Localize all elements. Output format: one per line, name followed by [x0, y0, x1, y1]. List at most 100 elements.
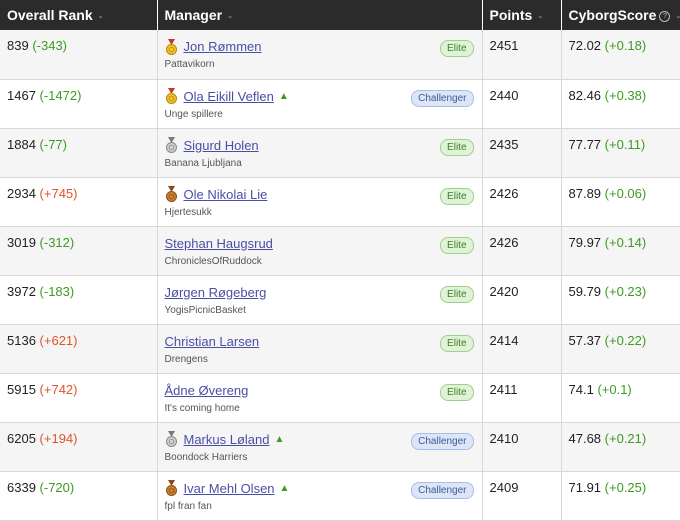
points-value: 2426 — [489, 234, 519, 250]
sort-icon[interactable]: - — [676, 9, 680, 23]
sort-icon[interactable]: - — [228, 9, 232, 23]
silver-medal-icon — [165, 431, 178, 447]
league-badge: Challenger — [411, 89, 474, 107]
sort-icon[interactable]: - — [99, 9, 103, 23]
gold-medal-icon — [165, 38, 178, 55]
points-cell: 2414 — [482, 324, 562, 374]
team-name: ChroniclesOfRuddock — [164, 255, 262, 267]
sort-icon[interactable]: - — [538, 9, 542, 23]
table-row[interactable]: 3019 (-312) Stephan Haugsrud ChroniclesOfR… — [0, 226, 680, 276]
points-value: 2409 — [489, 479, 519, 495]
rank-value: 839 — [7, 38, 29, 53]
rank-cell: 3972 (-183) — [0, 275, 158, 325]
cyborgscore-cell: 82.46 (+0.38) — [561, 79, 680, 129]
manager-cell: Jørgen Røgeberg YogisPicnicBasket Elite — [157, 275, 483, 325]
league-badge: Challenger — [411, 432, 474, 450]
column-header-points[interactable]: Points - — [482, 0, 562, 30]
cyborgscore-cell: 74.1 (+0.1) — [561, 373, 680, 423]
score-change: (+0.38) — [604, 87, 647, 103]
league-badge: Elite — [440, 383, 474, 401]
team-name: It's coming home — [164, 402, 240, 414]
table-row[interactable]: 839 (-343) Jon Rømmen Pattavikorn Elite 2451… — [0, 30, 680, 80]
league-badge: Elite — [440, 138, 474, 156]
manager-link[interactable]: Christian Larsen — [165, 333, 260, 350]
score-value: 71.91 — [568, 479, 602, 495]
team-name: Pattavikorn — [164, 59, 215, 70]
score-change: (+0.23) — [604, 283, 647, 299]
score-change: (+0.11) — [604, 136, 646, 152]
manager-link[interactable]: Ivar Mehl Olsen — [184, 480, 275, 497]
rank-cell: 839 (-343) — [0, 30, 158, 80]
table-row[interactable]: 6205 (+194) Markus Løland ▲ Boondock Harrie… — [0, 422, 680, 472]
points-value: 2451 — [489, 38, 519, 53]
help-icon[interactable]: ? — [659, 11, 671, 22]
points-cell: 2426 — [482, 226, 562, 276]
league-badge: Elite — [440, 40, 474, 57]
manager-link[interactable]: Ola Eikill Veflen — [184, 88, 274, 105]
manager-cell: Christian Larsen Drengens Elite — [157, 324, 483, 374]
points-cell: 2420 — [482, 275, 562, 325]
score-change: (+0.06) — [604, 185, 647, 201]
table-row[interactable]: 5915 (+742) Ådne Øvereng It's coming home E… — [0, 373, 680, 423]
score-change: (+0.25) — [604, 479, 647, 495]
score-value: 47.68 — [568, 430, 602, 446]
manager-link[interactable]: Sigurd Holen — [184, 137, 259, 154]
rank-change: (-1472) — [39, 87, 82, 103]
team-name: Banana Ljubljana — [164, 157, 242, 169]
team-name: Boondock Harriers — [164, 451, 248, 463]
table-row[interactable]: 2934 (+745) Ole Nikolai Lie Hjertesukk Elit… — [0, 177, 680, 227]
rank-change: (-343) — [32, 38, 68, 53]
manager-cell: Ola Eikill Veflen ▲ Unge spillere Challenge… — [157, 79, 483, 129]
manager-link[interactable]: Stephan Haugsrud — [165, 235, 273, 252]
table-row[interactable]: 3972 (-183) Jørgen Røgeberg YogisPicnicBas… — [0, 275, 680, 325]
points-cell: 2440 — [482, 79, 562, 129]
rank-value: 1884 — [7, 136, 36, 152]
manager-link[interactable]: Jon Rømmen — [184, 38, 262, 55]
rank-cell: 1467 (-1472) — [0, 79, 158, 129]
points-cell: 2409 — [482, 471, 562, 521]
score-value: 82.46 — [568, 87, 602, 103]
points-value: 2410 — [489, 430, 519, 446]
score-change: (+0.1) — [597, 381, 632, 397]
score-change: (+0.21) — [604, 430, 647, 446]
rank-value: 1467 — [7, 87, 36, 103]
team-name: fpl fran fan — [164, 500, 212, 512]
league-badge: Elite — [440, 187, 474, 205]
team-name: Unge spillere — [164, 108, 223, 120]
cyborgscore-cell: 47.68 (+0.21) — [561, 422, 680, 472]
bronze-medal-icon — [165, 186, 178, 202]
cyborgscore-cell: 72.02 (+0.18) — [561, 30, 680, 80]
manager-link[interactable]: Ole Nikolai Lie — [184, 186, 268, 203]
rank-value: 6205 — [7, 430, 36, 446]
rank-cell: 6339 (-720) — [0, 471, 158, 521]
manager-cell: Ole Nikolai Lie Hjertesukk Elite — [157, 177, 483, 227]
rank-value: 2934 — [7, 185, 36, 201]
league-badge: Elite — [440, 236, 474, 254]
table-row[interactable]: 1467 (-1472) Ola Eikill Veflen ▲ Unge spill… — [0, 79, 680, 129]
manager-cell: Markus Løland ▲ Boondock Harriers Challenge… — [157, 422, 483, 472]
rank-cell: 1884 (-77) — [0, 128, 158, 178]
table-row[interactable]: 5136 (+621) Christian Larsen Drengens Elite… — [0, 324, 680, 374]
bronze-medal-icon — [165, 480, 178, 496]
manager-link[interactable]: Ådne Øvereng — [165, 382, 249, 399]
table-row[interactable]: 6339 (-720) Ivar Mehl Olsen ▲ fpl fran fan C… — [0, 471, 680, 521]
score-change: (+0.22) — [604, 332, 647, 348]
cyborgscore-cell: 59.79 (+0.23) — [561, 275, 680, 325]
rank-value: 5136 — [7, 332, 36, 348]
column-header-manager[interactable]: Manager - — [157, 0, 483, 30]
points-value: 2435 — [489, 136, 519, 152]
manager-link[interactable]: Jørgen Røgeberg — [165, 284, 267, 301]
manager-link[interactable]: Markus Løland — [184, 431, 270, 448]
manager-cell: Stephan Haugsrud ChroniclesOfRuddock Elite — [157, 226, 483, 276]
rising-arrow-icon: ▲ — [274, 433, 285, 445]
rank-change: (+621) — [39, 332, 78, 348]
rank-change: (+742) — [39, 381, 78, 397]
cyborgscore-cell: 57.37 (+0.22) — [561, 324, 680, 374]
rising-arrow-icon: ▲ — [279, 482, 290, 494]
cyborgscore-cell: 79.97 (+0.14) — [561, 226, 680, 276]
points-cell: 2410 — [482, 422, 562, 472]
column-header-overall-rank[interactable]: Overall Rank - — [0, 0, 158, 30]
column-header-cyborgscore[interactable]: CyborgScore?- — [561, 0, 680, 30]
points-value: 2420 — [489, 283, 519, 299]
table-row[interactable]: 1884 (-77) Sigurd Holen Banana Ljubljana El… — [0, 128, 680, 178]
